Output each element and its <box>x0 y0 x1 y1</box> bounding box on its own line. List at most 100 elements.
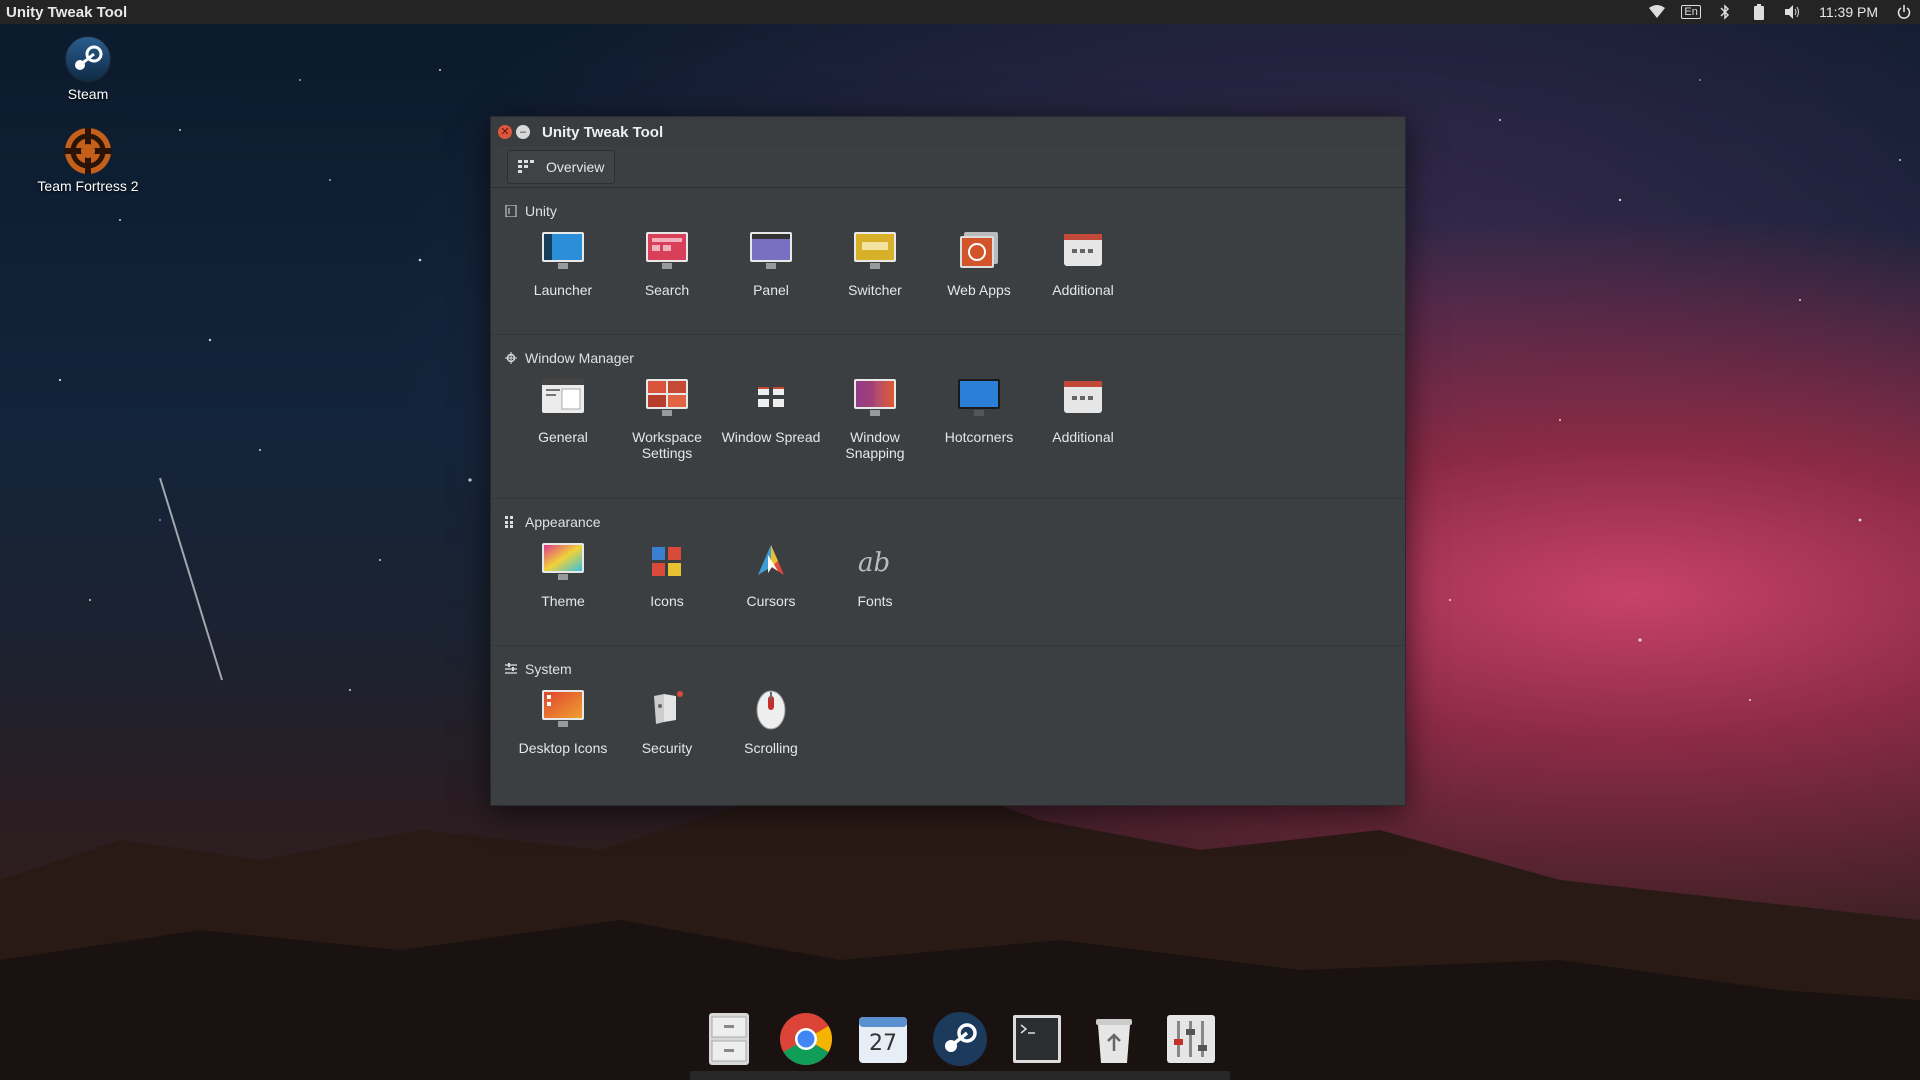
item-label: Scrolling <box>744 740 798 756</box>
window-toolbar: Overview <box>491 147 1405 188</box>
calendar-icon[interactable]: 27 <box>855 1011 911 1067</box>
desktop-icons-item[interactable]: Desktop Icons <box>511 686 615 756</box>
chrome-icon[interactable] <box>778 1011 834 1067</box>
top-panel: Unity Tweak Tool En 11:39 PM <box>0 0 1920 24</box>
item-label: Icons <box>650 593 684 609</box>
wifi-icon[interactable] <box>1649 4 1666 20</box>
desktop-icon-team-fortress-2[interactable]: Team Fortress 2 <box>28 126 148 194</box>
team-fortress-2-icon <box>63 126 113 176</box>
active-window-title: Unity Tweak Tool <box>6 3 128 21</box>
item-label: Panel <box>753 282 789 298</box>
trash-icon[interactable] <box>1086 1011 1142 1067</box>
clock[interactable]: 11:39 PM <box>1819 4 1878 20</box>
dock: 27 <box>690 998 1230 1080</box>
appearance-icon <box>505 516 513 528</box>
additional-icon <box>1060 375 1106 421</box>
terminal-icon[interactable] <box>1009 1011 1065 1067</box>
item-label: Cursors <box>746 593 796 609</box>
workspace-settings-item[interactable]: Workspace Settings <box>615 375 719 461</box>
keyboard-layout-icon[interactable]: En <box>1681 4 1701 20</box>
launcher-item[interactable]: Launcher <box>511 228 615 298</box>
minimize-icon: – <box>519 125 527 138</box>
volume-icon[interactable] <box>1785 4 1801 20</box>
svg-text:ab: ab <box>858 548 890 578</box>
item-label: Fonts <box>857 593 893 609</box>
close-icon: ✕ <box>500 125 510 138</box>
workspace-icon <box>644 375 690 421</box>
item-label: Window Snapping <box>845 429 905 461</box>
security-icon <box>644 686 690 732</box>
cursors-item[interactable]: Cursors <box>719 539 823 609</box>
theme-icon <box>540 539 586 585</box>
close-button[interactable]: ✕ <box>498 125 512 139</box>
section-title: Unity <box>525 203 557 219</box>
additional-icon <box>1060 228 1106 274</box>
desktop-icon-steam[interactable]: Steam <box>28 34 148 102</box>
section-header: Window Manager <box>491 341 1405 375</box>
section-unity: Unity Launcher Search Panel Switcher Web… <box>491 194 1405 335</box>
unity-tweak-tool-icon[interactable] <box>1163 1011 1219 1067</box>
calendar-day: 27 <box>869 1031 897 1056</box>
item-label: General <box>538 429 588 445</box>
section-title: System <box>525 661 572 677</box>
item-label: Security <box>641 740 693 756</box>
wm-additional-item[interactable]: Additional <box>1031 375 1135 461</box>
system-icon <box>505 663 517 674</box>
additional-item[interactable]: Additional <box>1031 228 1135 298</box>
window-spread-item[interactable]: Window Spread <box>719 375 823 461</box>
desktop-icon-label: Steam <box>67 86 109 102</box>
item-label: Switcher <box>848 282 902 298</box>
window-snapping-icon <box>852 375 898 421</box>
item-label: Launcher <box>533 282 593 298</box>
panel-icon <box>748 228 794 274</box>
item-label: Window Spread <box>721 429 821 445</box>
section-title: Window Manager <box>525 350 634 366</box>
web-apps-item[interactable]: Web Apps <box>927 228 1031 298</box>
steam-icon[interactable] <box>932 1011 988 1067</box>
grid-icon <box>518 160 534 173</box>
unity-icon <box>505 205 517 217</box>
section-window-manager: Window Manager General Workspace Setting… <box>491 341 1405 499</box>
theme-item[interactable]: Theme <box>511 539 615 609</box>
item-label: Desktop Icons <box>518 740 608 756</box>
icons-item[interactable]: Icons <box>615 539 719 609</box>
item-label: Additional <box>1052 282 1114 298</box>
section-title: Appearance <box>525 514 601 530</box>
section-appearance: Appearance Theme Icons Cursors ab Fonts <box>491 505 1405 646</box>
minimize-button[interactable]: – <box>516 125 530 139</box>
battery-icon[interactable] <box>1751 4 1767 20</box>
desktop-icon-label: Team Fortress 2 <box>37 178 139 194</box>
window-snapping-item[interactable]: Window Snapping <box>823 375 927 461</box>
general-item[interactable]: General <box>511 375 615 461</box>
panel-item[interactable]: Panel <box>719 228 823 298</box>
scrolling-item[interactable]: Scrolling <box>719 686 823 756</box>
hotcorners-item[interactable]: Hotcorners <box>927 375 1031 461</box>
scrolling-icon <box>748 686 794 732</box>
switcher-item[interactable]: Switcher <box>823 228 927 298</box>
search-icon <box>644 228 690 274</box>
item-label: Theme <box>541 593 585 609</box>
window-titlebar[interactable]: ✕ – Unity Tweak Tool <box>491 117 1405 147</box>
bluetooth-icon[interactable] <box>1717 4 1733 20</box>
keyboard-layout-label: En <box>1681 5 1701 19</box>
files-icon[interactable] <box>701 1011 757 1067</box>
web-apps-icon <box>956 228 1002 274</box>
steam-icon <box>63 34 113 84</box>
unity-tweak-tool-window: ✕ – Unity Tweak Tool Overview Unity Laun… <box>490 116 1406 806</box>
item-label: Additional <box>1052 429 1114 445</box>
security-item[interactable]: Security <box>615 686 719 756</box>
system-tray: En 11:39 PM <box>1649 4 1920 20</box>
switcher-icon <box>852 228 898 274</box>
section-header: Appearance <box>491 505 1405 539</box>
desktop-icons-icon <box>540 686 586 732</box>
window-title: Unity Tweak Tool <box>542 123 664 141</box>
power-icon[interactable] <box>1896 4 1912 20</box>
item-label: Search <box>644 282 690 298</box>
overview-button[interactable]: Overview <box>507 150 616 184</box>
cursors-icon <box>748 539 794 585</box>
overview-label: Overview <box>546 159 605 175</box>
search-item[interactable]: Search <box>615 228 719 298</box>
general-icon <box>540 375 586 421</box>
hotcorners-icon <box>956 375 1002 421</box>
fonts-item[interactable]: ab Fonts <box>823 539 927 609</box>
